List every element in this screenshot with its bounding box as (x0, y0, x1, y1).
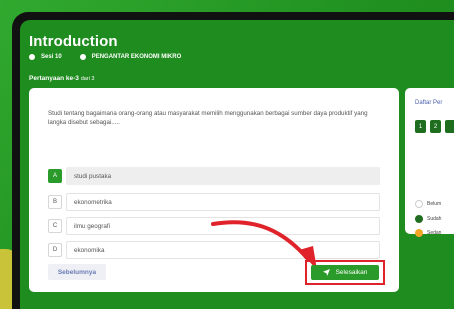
empty-circle-icon (415, 200, 423, 208)
panel-title: Daftar Per (415, 100, 443, 106)
module-label: PENGANTAR EKONOMI MIKRO (91, 54, 182, 60)
question-card: Studi tentang bagaimana orang-orang atau… (29, 88, 399, 292)
legend-label: Belum (427, 201, 442, 207)
page-title: Introduction (29, 33, 118, 50)
module-dot-icon (79, 54, 86, 60)
session-label: Sesi 10 (41, 54, 62, 60)
option-a[interactable]: A studi pustaka (48, 167, 380, 185)
legend-label: Sudah (427, 216, 442, 222)
question-total: dari 3 (80, 76, 95, 82)
send-icon (322, 269, 330, 276)
option-letter: A (48, 169, 62, 183)
question-nav-2[interactable]: 2 (430, 120, 441, 133)
quiz-app: Introduction Sesi 10 PENGANTAR EKONOMI M… (20, 20, 454, 309)
legend-current: Sedan (415, 229, 441, 237)
question-text: Studi tentang bagaimana orang-orang atau… (48, 110, 368, 126)
filled-circle-icon (415, 215, 423, 223)
session-dot-icon (29, 54, 35, 60)
question-nav-3[interactable] (445, 120, 454, 133)
legend-label: Sedan (427, 230, 442, 236)
question-nav-1[interactable]: 1 (415, 120, 426, 133)
session-meta: Sesi 10 PENGANTAR EKONOMI MIKRO (29, 54, 181, 60)
previous-button[interactable]: Sebelumnya (48, 264, 106, 280)
finish-button[interactable]: Selesaikan (311, 265, 379, 280)
option-text: studi pustaka (66, 167, 380, 185)
option-letter: B (48, 195, 62, 209)
question-counter: Pertanyaan ke-3 dari 3 (29, 75, 94, 82)
finish-label: Selesaikan (335, 269, 368, 276)
legend-not-answered: Belum (415, 200, 441, 208)
option-letter: D (48, 243, 62, 257)
option-letter: C (48, 219, 62, 233)
option-b[interactable]: B ekonometrika (48, 193, 380, 211)
legend-answered: Sudah (415, 215, 441, 223)
question-list-panel: Daftar Per 1 2 Belum Sudah Sedan (405, 88, 454, 237)
question-number: Pertanyaan ke-3 (29, 75, 79, 82)
device-frame: Introduction Sesi 10 PENGANTAR EKONOMI M… (12, 12, 454, 309)
orange-circle-icon (415, 229, 423, 237)
option-text: ekonometrika (66, 193, 380, 211)
